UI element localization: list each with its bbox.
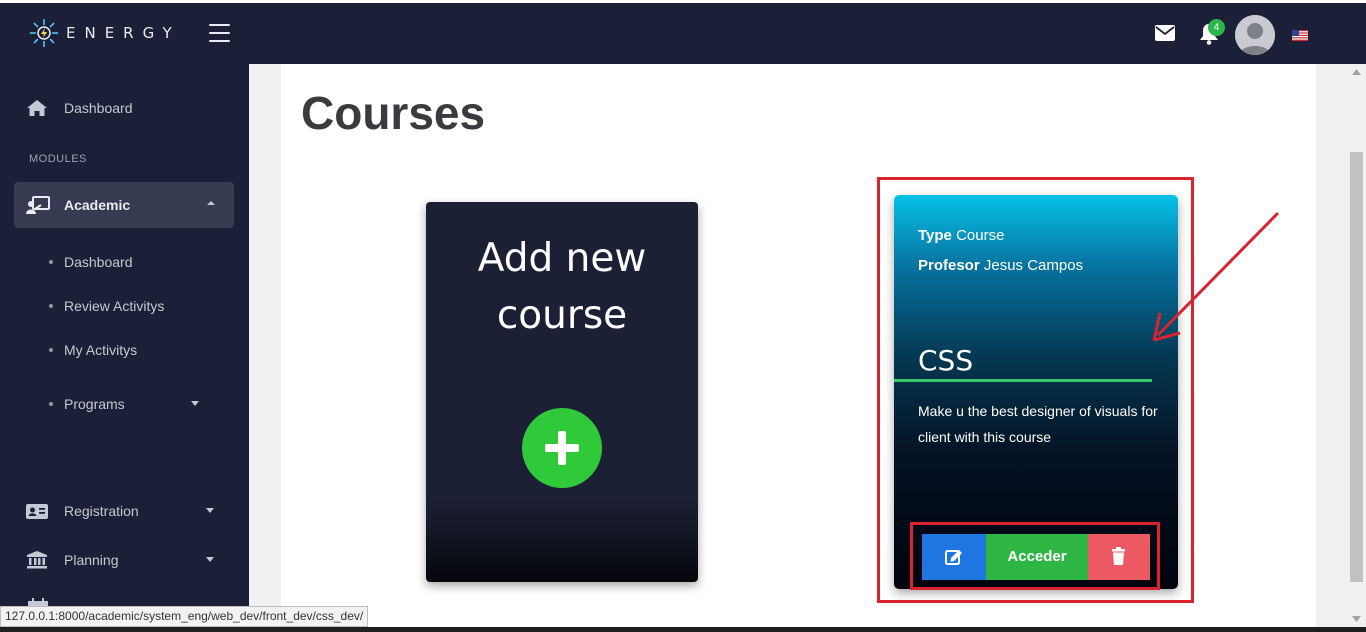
status-bar-url: 127.0.0.1:8000/academic/system_eng/web_d… <box>0 606 369 627</box>
sidebar-item-label: Registration <box>64 503 139 519</box>
add-course-title: Add new course <box>426 230 698 344</box>
sidebar-subitem-label: Programs <box>64 396 125 412</box>
chevron-up-icon <box>207 201 215 205</box>
add-course-card[interactable]: Add new course <box>426 202 698 582</box>
brand-name: ENERGY <box>66 24 181 42</box>
chevron-down-icon[interactable] <box>206 508 214 513</box>
us-flag-icon[interactable] <box>1292 30 1308 41</box>
hamburger-icon[interactable] <box>209 24 230 42</box>
sidebar-subitem-label: Review Activitys <box>64 298 165 314</box>
plus-icon <box>545 431 579 465</box>
sidebar-item-academic[interactable]: Academic <box>14 182 234 228</box>
sidebar-subitem-label: My Activitys <box>64 342 138 358</box>
id-card-icon <box>26 504 48 519</box>
add-course-title-line: course <box>496 293 628 338</box>
chevron-down-icon[interactable] <box>191 401 199 406</box>
user-avatar[interactable] <box>1235 15 1275 55</box>
scroll-down-arrow-icon[interactable] <box>1352 616 1361 622</box>
sidebar-subitem-programs[interactable]: Programs <box>49 396 125 412</box>
annotation-arrow-icon <box>1152 211 1280 342</box>
highlight-box-buttons <box>910 522 1160 590</box>
sidebar-subitem-my-activitys[interactable]: My Activitys <box>49 342 137 358</box>
university-icon <box>27 551 47 569</box>
modules-heading: MODULES <box>29 153 87 165</box>
user-silhouette-icon <box>1235 15 1275 55</box>
sidebar-subitem-dashboard[interactable]: Dashboard <box>49 254 133 270</box>
sidebar-item-label: Dashboard <box>64 100 133 116</box>
add-course-title-line: Add new <box>477 236 647 281</box>
page-title: Courses <box>301 87 486 139</box>
sidebar: Dashboard MODULES Academic Dashboard Rev… <box>0 64 249 632</box>
envelope-icon[interactable] <box>1155 25 1175 41</box>
top-navbar: ENERGY 4 <box>0 3 1366 64</box>
notification-count-badge: 4 <box>1208 19 1225 36</box>
vertical-scrollbar[interactable] <box>1347 64 1366 630</box>
sidebar-item-dashboard[interactable]: Dashboard <box>0 90 249 126</box>
sidebar-subitem-label: Dashboard <box>64 254 133 270</box>
scrollbar-thumb[interactable] <box>1350 152 1363 582</box>
chevron-down-icon[interactable] <box>206 557 214 562</box>
home-icon <box>27 100 47 116</box>
chalkboard-teacher-icon <box>26 196 50 214</box>
brand[interactable]: ENERGY <box>28 17 181 49</box>
sidebar-item-label: Academic <box>64 197 131 213</box>
window-frame-bottom <box>0 627 1366 632</box>
add-course-button[interactable] <box>522 408 602 488</box>
sidebar-item-label: Planning <box>64 552 119 568</box>
scroll-up-arrow-icon[interactable] <box>1352 69 1361 75</box>
sidebar-subitem-review-activitys[interactable]: Review Activitys <box>49 298 164 314</box>
energy-logo-icon <box>30 19 58 47</box>
